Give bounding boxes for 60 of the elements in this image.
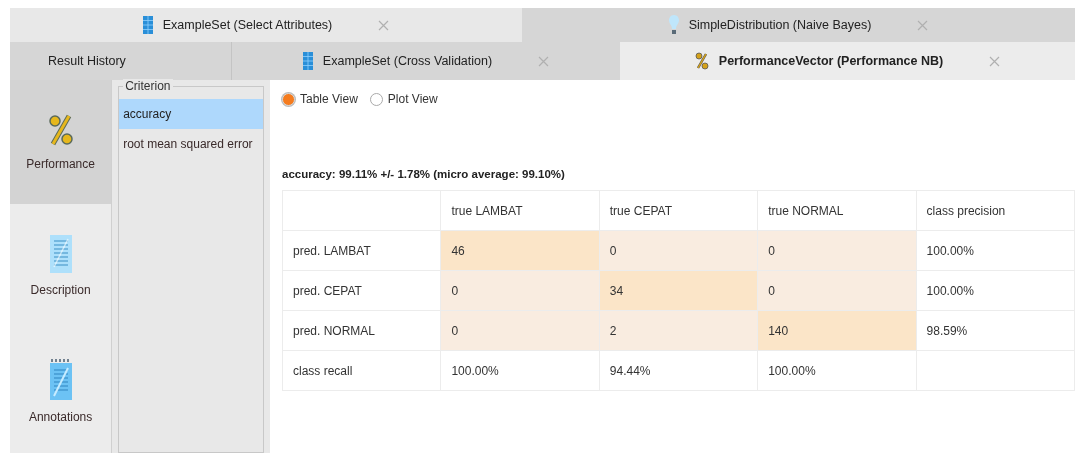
sidebar-label: Description [30,283,91,298]
lightbulb-icon [668,15,679,35]
table-cell: 0 [599,230,758,271]
table-cell: 34 [599,270,758,311]
tab-label: SimpleDistribution (Naive Bayes) [688,18,872,32]
table-cell: 100.00% [916,270,1075,311]
list-item[interactable]: accuracy [119,99,263,129]
table-cell: 46 [440,230,600,271]
tab[interactable]: ExampleSet (Select Attributes) [10,8,522,42]
close-icon[interactable] [917,19,929,31]
percent-icon [47,113,74,148]
table-cell: pred. CEPAT [282,270,441,311]
summary-text: accuracy: 99.11% +/- 1.78% (micro average: 99.10%) [282,168,566,180]
tab[interactable]: SimpleDistribution (Naive Bayes) [522,8,1075,42]
column-header: true NORMAL [757,190,917,231]
radio-option[interactable]: Table View [282,92,358,106]
close-icon[interactable] [538,55,550,67]
sidebar-label: Annotations [28,409,93,424]
radio-button[interactable] [282,92,295,106]
document-icon [49,235,72,274]
close-icon[interactable] [989,55,1001,67]
tab-label: PerformanceVector (Performance NB) [718,54,944,68]
sidebar-item[interactable]: Description [10,204,112,329]
tab-label: ExampleSet (Cross Validation) [322,54,493,68]
column-header: true LAMBAT [440,190,600,231]
table-cell: 100.00% [757,350,917,391]
sidebar-label: Performance [26,157,95,172]
table-cell: pred. NORMAL [282,310,441,351]
sidebar-item[interactable]: Performance [10,80,112,205]
table-cell: 100.00% [440,350,600,391]
radio-button[interactable] [369,92,383,106]
column-header: true CEPAT [599,190,758,231]
table-cell: 2 [599,310,758,351]
table-cell: 0 [757,270,917,311]
table-cell: pred. LAMBAT [282,230,441,271]
table-cell: 0 [757,230,917,271]
table-cell: 100.00% [916,230,1075,271]
tab-label: ExampleSet (Select Attributes) [162,18,333,32]
notepad-icon [49,357,72,400]
close-icon[interactable] [378,19,390,31]
percent-icon [694,52,709,70]
list-item[interactable]: root mean squared error [119,129,263,159]
table-icon [142,16,153,34]
table-cell: 0 [440,270,600,311]
table-cell: 0 [440,310,600,351]
table-cell: class recall [282,350,441,391]
sidebar-item[interactable]: Annotations [10,328,112,453]
table-cell: 94.44% [599,350,758,391]
radio-option[interactable]: Plot View [369,92,438,106]
table-cell: 98.59% [916,310,1075,351]
radio-label: Plot View [387,92,438,106]
tab[interactable]: ExampleSet (Cross Validation) [232,42,620,80]
tab[interactable]: Result History [10,42,232,80]
table-cell: 140 [757,310,917,351]
tab[interactable]: PerformanceVector (Performance NB) [620,42,1075,80]
tab-label: Result History [48,54,126,68]
table-icon [302,52,313,70]
column-header: class precision [916,190,1075,231]
panel-title: Criterion [123,79,173,93]
radio-label: Table View [300,92,358,106]
